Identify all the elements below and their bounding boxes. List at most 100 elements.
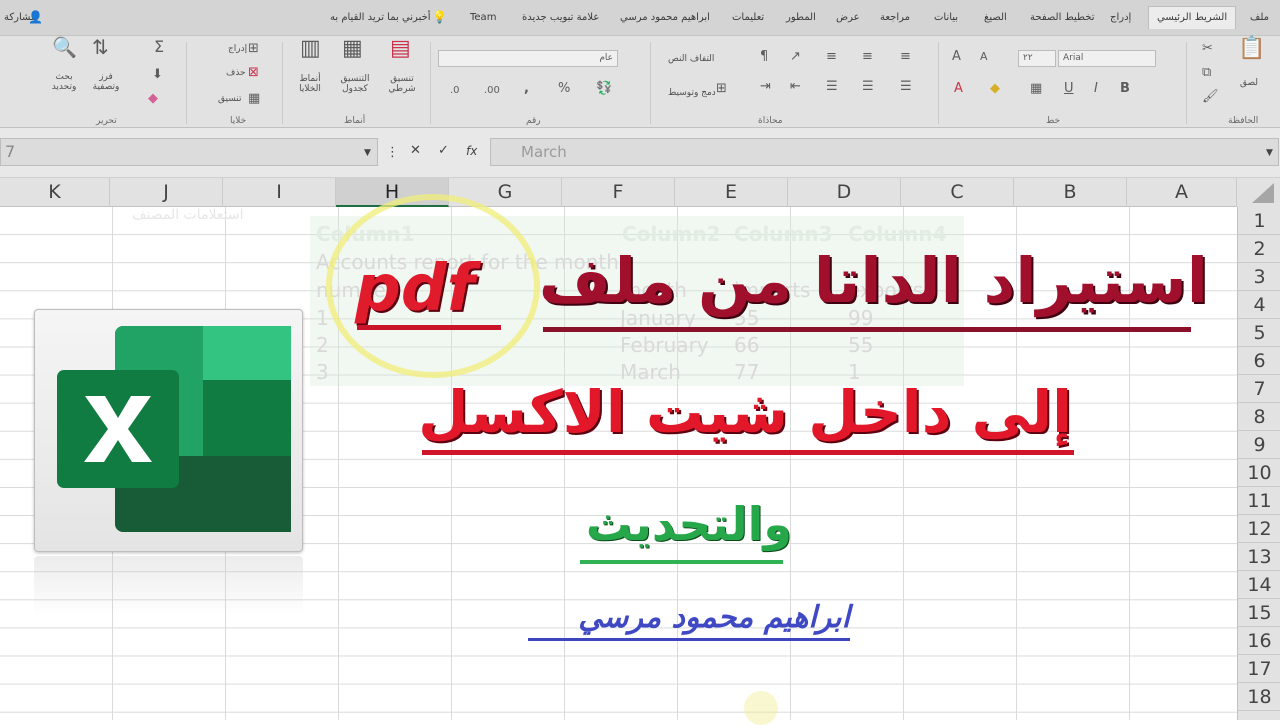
row-header[interactable]: 3	[1238, 263, 1280, 291]
format-cells-button[interactable]: تنسيق	[218, 94, 241, 104]
tab-page-layout[interactable]: تخطيط الصفحة	[1030, 12, 1095, 23]
tab-new[interactable]: علامة تبويب جديدة	[522, 12, 599, 23]
bold-icon[interactable]: B	[1120, 82, 1130, 96]
name-box[interactable]: 7	[0, 138, 378, 166]
increase-decimal-icon[interactable]: .00	[484, 84, 500, 98]
select-all-button[interactable]	[1237, 178, 1280, 207]
decrease-decimal-icon[interactable]: .0	[450, 84, 460, 98]
indent-increase-icon[interactable]: ⇥	[760, 80, 771, 94]
sort-filter-button[interactable]: فرز وتصفية	[86, 72, 126, 92]
find-select-button[interactable]: بحث وتحديد	[44, 72, 84, 92]
tab-team[interactable]: Team	[470, 12, 496, 23]
clear-icon[interactable]: ◆	[148, 92, 158, 106]
find-select-icon[interactable]: 🔍	[52, 37, 77, 57]
row-header[interactable]: 9	[1238, 431, 1280, 459]
row-header[interactable]: 1	[1238, 207, 1280, 235]
formula-input[interactable]: March	[490, 138, 1279, 166]
column-header[interactable]: F	[562, 178, 675, 207]
conditional-formatting-icon[interactable]: ▤	[390, 38, 411, 60]
cancel-icon[interactable]: ✕	[410, 144, 421, 158]
percent-icon[interactable]: %	[558, 82, 570, 96]
font-size-select[interactable]: ٢٢	[1018, 50, 1056, 67]
indent-decrease-icon[interactable]: ⇤	[790, 80, 801, 94]
chevron-down-icon[interactable]: ▼	[364, 146, 371, 160]
merge-center-button[interactable]: دمج وتوسيط	[668, 88, 716, 98]
insert-cells-button[interactable]: إدراج	[228, 44, 247, 54]
column-header[interactable]: D	[788, 178, 901, 207]
row-header[interactable]: 10	[1238, 459, 1280, 487]
align-center-icon[interactable]: ☰	[862, 80, 874, 94]
tab-help[interactable]: تعليمات	[732, 12, 764, 23]
row-header[interactable]: 17	[1238, 655, 1280, 683]
grow-font-icon[interactable]: A	[952, 50, 961, 64]
paste-label[interactable]: لصق	[1240, 78, 1258, 88]
align-right-icon[interactable]: ☰	[900, 80, 912, 94]
row-header[interactable]: 14	[1238, 571, 1280, 599]
tab-formulas[interactable]: الصيغ	[984, 12, 1007, 23]
align-left-icon[interactable]: ☰	[826, 80, 838, 94]
wrap-text-button[interactable]: التفاف النص	[668, 54, 714, 64]
tab-custom-author[interactable]: ابراهيم محمود مرسي	[620, 12, 710, 23]
font-name-select[interactable]: Arial	[1058, 50, 1156, 67]
row-header[interactable]: 18	[1238, 683, 1280, 711]
tab-developer[interactable]: المطور	[786, 12, 816, 23]
row-header[interactable]: 4	[1238, 291, 1280, 319]
fill-icon[interactable]: ⬇	[152, 68, 163, 82]
column-header[interactable]: K	[0, 178, 110, 207]
format-painter-icon[interactable]: 🖌	[1202, 90, 1219, 104]
autosum-icon[interactable]: Σ	[154, 39, 164, 55]
rtl-icon[interactable]: ¶	[760, 50, 768, 64]
row-header[interactable]: 15	[1238, 599, 1280, 627]
column-header[interactable]: J	[110, 178, 223, 207]
column-header[interactable]: C	[901, 178, 1014, 207]
enter-icon[interactable]: ✓	[438, 144, 449, 158]
italic-icon[interactable]: I	[1094, 82, 1098, 96]
tab-file[interactable]: ملف	[1250, 12, 1269, 23]
shrink-font-icon[interactable]: A	[980, 50, 988, 64]
insert-function-icon[interactable]: fx	[466, 144, 477, 158]
row-header[interactable]: 5	[1238, 319, 1280, 347]
expand-formula-icon[interactable]: ▼	[1266, 146, 1273, 160]
column-header[interactable]: E	[675, 178, 788, 207]
borders-icon[interactable]: ▦	[1030, 82, 1042, 96]
align-middle-icon[interactable]: ≡	[862, 50, 873, 64]
tell-me-search[interactable]: أخبرني بما تريد القيام به	[330, 12, 431, 23]
row-header[interactable]: 12	[1238, 515, 1280, 543]
paste-icon[interactable]: 📋	[1238, 38, 1265, 60]
tab-insert[interactable]: إدراج	[1110, 12, 1131, 23]
row-header[interactable]: 11	[1238, 487, 1280, 515]
underline-icon[interactable]: U	[1064, 82, 1074, 96]
cell-styles-button[interactable]: أنماط الخلايا	[292, 74, 328, 94]
cell-styles-icon[interactable]: ▥	[300, 38, 321, 60]
row-header[interactable]: 16	[1238, 627, 1280, 655]
tab-data[interactable]: بيانات	[934, 12, 958, 23]
group-label-number: رقم	[526, 116, 541, 126]
delete-cells-button[interactable]: حذف	[226, 68, 246, 78]
column-header[interactable]: A	[1127, 178, 1237, 207]
row-header[interactable]: 2	[1238, 235, 1280, 263]
align-bottom-icon[interactable]: ≡	[826, 50, 837, 64]
column-header[interactable]: I	[223, 178, 336, 207]
column-header[interactable]: B	[1014, 178, 1127, 207]
row-header[interactable]: 8	[1238, 403, 1280, 431]
accounting-icon[interactable]: 💱	[596, 82, 612, 96]
copy-icon[interactable]: ⧉	[1202, 66, 1211, 80]
lightbulb-icon: 💡	[432, 10, 447, 24]
orientation-icon[interactable]: ↗	[790, 50, 801, 64]
comma-style-icon[interactable]: ,	[524, 82, 529, 96]
format-as-table-icon[interactable]: ▦	[342, 38, 363, 60]
row-header[interactable]: 7	[1238, 375, 1280, 403]
row-header[interactable]: 6	[1238, 347, 1280, 375]
tab-review[interactable]: مراجعة	[880, 12, 910, 23]
sort-filter-icon[interactable]: ⇅	[92, 37, 109, 57]
row-header[interactable]: 13	[1238, 543, 1280, 571]
conditional-formatting-button[interactable]: تنسيق شرطي	[382, 74, 422, 94]
tab-view[interactable]: عرض	[836, 12, 860, 23]
tab-home[interactable]: الشريط الرئيسي	[1148, 6, 1237, 29]
font-color-icon[interactable]: A	[954, 82, 963, 96]
fill-color-icon[interactable]: ◆	[990, 82, 1000, 96]
format-as-table-button[interactable]: التنسيق كجدول	[334, 74, 376, 94]
number-format-select[interactable]: عام	[438, 50, 618, 67]
align-top-icon[interactable]: ≡	[900, 50, 911, 64]
cut-icon[interactable]: ✂	[1202, 42, 1213, 56]
